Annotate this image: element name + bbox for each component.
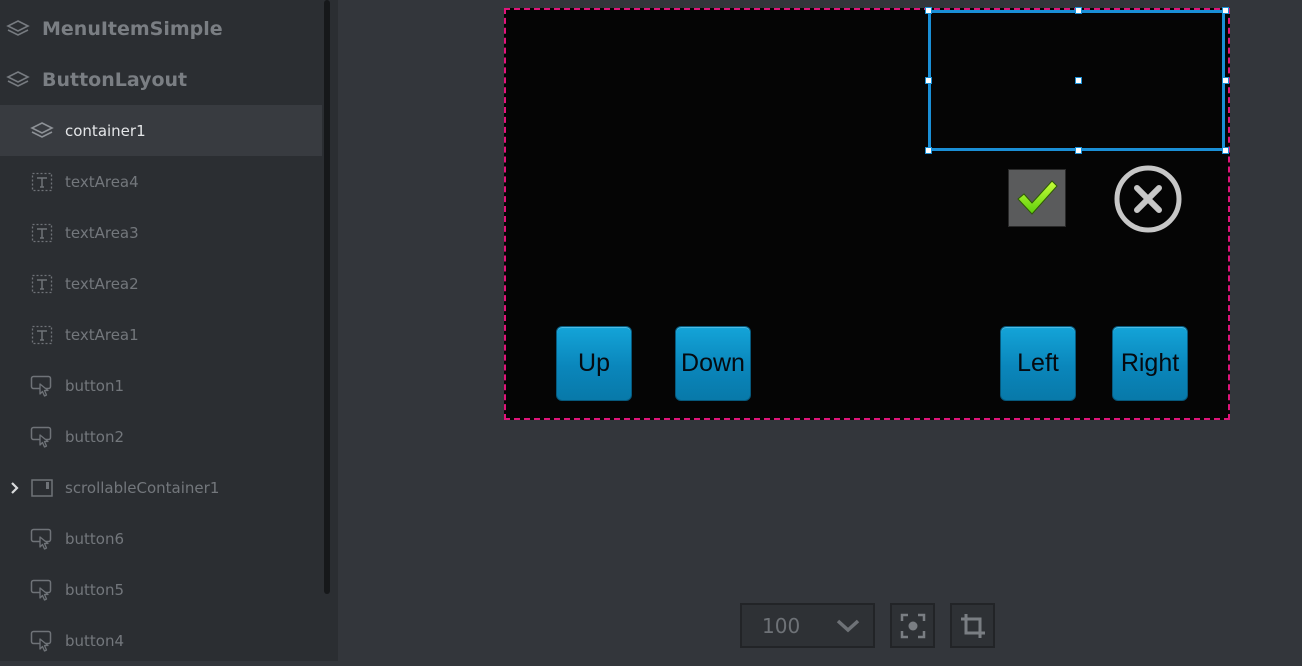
right-button[interactable]: Right [1112, 326, 1188, 401]
text-area-icon [30, 273, 54, 295]
tree-item-button6[interactable]: button6 [0, 513, 322, 564]
tree-item-label: button5 [65, 580, 125, 599]
button-icon [30, 579, 54, 601]
resize-handle-nw[interactable] [925, 7, 932, 14]
tree-item-container1[interactable]: container1 [0, 105, 322, 156]
tree-item-buttonlayout[interactable]: ButtonLayout [0, 54, 322, 105]
resize-handle-ne[interactable] [1222, 7, 1229, 14]
tree-item-label: MenuItemSimple [42, 17, 223, 40]
zoom-dropdown[interactable]: 100 [740, 603, 875, 648]
button-icon [30, 375, 54, 397]
zoom-value: 100 [762, 613, 801, 638]
tree-item-menuitemsimple[interactable]: MenuItemSimple [0, 3, 322, 54]
close-circle-icon[interactable] [1113, 164, 1183, 234]
tree-item-textarea4[interactable]: textArea4 [0, 156, 322, 207]
tree-item-label: scrollableContainer1 [65, 478, 220, 497]
resize-handle-w[interactable] [925, 77, 932, 84]
layers-icon [30, 120, 54, 142]
text-area-icon [30, 171, 54, 193]
tree-item-button4[interactable]: button4 [0, 615, 322, 666]
resize-handle-e[interactable] [1222, 77, 1229, 84]
tree-item-label: button1 [65, 376, 125, 395]
tree-item-button1[interactable]: button1 [0, 360, 322, 411]
tree-item-textarea1[interactable]: textArea1 [0, 309, 322, 360]
tree-item-label: button2 [65, 427, 125, 446]
tree-item-label: button4 [65, 631, 125, 650]
resize-handle-s[interactable] [1075, 147, 1082, 154]
design-canvas[interactable]: Up Down Left Right [504, 7, 1230, 420]
down-button[interactable]: Down [675, 326, 751, 401]
tree-item-label: container1 [65, 121, 146, 140]
tree-item-label: textArea3 [65, 223, 139, 242]
text-area-icon [30, 222, 54, 244]
chevron-down-icon [836, 619, 860, 633]
fit-to-screen-button[interactable] [890, 603, 935, 648]
layers-icon [6, 69, 30, 91]
crop-icon [960, 613, 985, 638]
layers-icon [6, 18, 30, 40]
tree-item-label: textArea4 [65, 172, 139, 191]
resize-handle-center[interactable] [1075, 77, 1082, 84]
tree-item-button2[interactable]: button2 [0, 411, 322, 462]
resize-handle-sw[interactable] [925, 147, 932, 154]
chevron-right-icon[interactable] [8, 480, 22, 496]
tree-item-label: button6 [65, 529, 125, 548]
crop-button[interactable] [950, 603, 995, 648]
resize-handle-se[interactable] [1222, 147, 1229, 154]
tree-item-scrollablecontainer1[interactable]: scrollableContainer1 [0, 462, 322, 513]
left-button[interactable]: Left [1000, 326, 1076, 401]
scrollable-container-icon [30, 477, 54, 499]
tree-item-label: textArea2 [65, 274, 139, 293]
tree-item-label: textArea1 [65, 325, 139, 344]
tree-item-textarea2[interactable]: textArea2 [0, 258, 322, 309]
checkmark-icon [1017, 180, 1058, 215]
button-icon [30, 426, 54, 448]
text-area-icon [30, 324, 54, 346]
tree-item-label: ButtonLayout [42, 68, 188, 91]
tree-item-button5[interactable]: button5 [0, 564, 322, 615]
tree-item-textarea3[interactable]: textArea3 [0, 207, 322, 258]
resize-handle-n[interactable] [1075, 7, 1082, 14]
up-button[interactable]: Up [556, 326, 632, 401]
selected-container[interactable] [925, 7, 1229, 154]
checkbox-widget[interactable] [1008, 169, 1066, 227]
button-icon [30, 528, 54, 550]
layers-panel: MenuItemSimple ButtonLayout container1 t… [0, 0, 322, 661]
layers-panel-scroll-thumb[interactable] [324, 0, 330, 594]
focus-icon [900, 613, 925, 638]
button-icon [30, 630, 54, 652]
